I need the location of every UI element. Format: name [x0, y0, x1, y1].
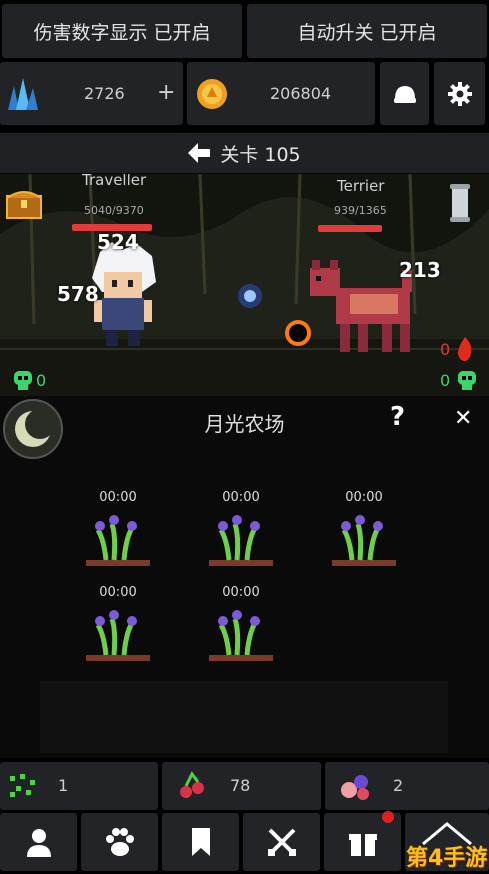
farm-plot[interactable]: 00:00	[197, 585, 285, 675]
nav-battle[interactable]	[243, 813, 320, 871]
nav-character[interactable]	[0, 813, 77, 871]
inventory-count: 2	[393, 776, 404, 795]
gift-icon	[348, 834, 377, 856]
inventory-count: 1	[58, 776, 69, 795]
gear-icon	[447, 81, 472, 106]
treasure-chest-icon[interactable]	[5, 186, 43, 220]
nav-bookmark[interactable]	[162, 813, 239, 871]
moon-flower-plant-icon	[209, 610, 273, 661]
damage-number-toggle-label: 伤害数字显示 已开启	[33, 21, 211, 44]
paw-icon	[105, 828, 134, 856]
notification-dot	[382, 811, 394, 823]
plot-timer: 00:00	[99, 585, 137, 600]
nav-gift[interactable]	[324, 811, 401, 871]
red-berries-icon	[180, 771, 204, 798]
plot-timer: 00:00	[345, 490, 383, 505]
farm-plot[interactable]: 00:00	[320, 490, 408, 580]
enemy-hp-bar	[318, 225, 382, 232]
helmet-button[interactable]	[380, 62, 429, 125]
auto-upgrade-toggle-label: 自动升关 已开启	[297, 21, 437, 44]
scroll-icon[interactable]	[448, 184, 472, 222]
gold-amount: 206804	[270, 84, 332, 103]
enemy-fire-count: 0	[440, 340, 451, 359]
farm-dim-overlay	[40, 681, 448, 753]
plot-timer: 00:00	[99, 490, 137, 505]
farm-title: 月光农场	[204, 412, 285, 436]
plot-timer: 00:00	[222, 585, 260, 600]
farm-plot[interactable]: 00:00	[74, 490, 162, 580]
stage-label: 关卡 105	[220, 143, 301, 166]
moon-flower-plant-icon	[209, 515, 273, 566]
fire-icon	[458, 337, 472, 361]
moon-flower-plant-icon	[86, 610, 150, 661]
player-hp-text: 5040/9370	[84, 204, 144, 217]
gold-coin-icon	[197, 79, 227, 109]
inventory-slot[interactable]: 78	[162, 762, 321, 810]
pink-fruit-icon	[341, 775, 369, 800]
farm-plot[interactable]: 00:00	[74, 585, 162, 675]
damage-number: 524	[97, 230, 139, 254]
damage-number-toggle[interactable]: 伤害数字显示 已开启	[2, 4, 242, 58]
crossed-swords-icon	[267, 828, 296, 856]
add-crystal-button[interactable]: +	[157, 80, 175, 105]
site-watermark: 第4手游	[406, 846, 488, 871]
settings-button[interactable]	[434, 62, 485, 125]
inventory-count: 78	[230, 776, 251, 795]
crystal-counter: 2726 +	[0, 62, 183, 125]
crystal-icon	[8, 78, 38, 110]
skull-icon	[458, 371, 476, 390]
enemy-hp-text: 939/1365	[334, 204, 387, 217]
damage-number: 213	[399, 258, 441, 282]
plot-timer: 00:00	[222, 490, 260, 505]
farm-plot[interactable]: 00:00	[197, 490, 285, 580]
magic-orb	[238, 284, 262, 308]
gold-counter: 206804	[187, 62, 375, 125]
battle-scene: Traveller 5040/9370 Terrier 939/1365 524…	[0, 174, 489, 396]
moonlight-farm-panel: 月光农场 ? ✕ 00:00 00:00 00:00 00:00 00:00	[0, 396, 489, 758]
help-button[interactable]: ?	[390, 402, 405, 432]
crystal-amount: 2726	[84, 84, 125, 103]
close-button[interactable]: ✕	[454, 406, 472, 431]
inventory-slot[interactable]: 2	[325, 762, 489, 810]
player-name: Traveller	[82, 174, 147, 189]
damage-number: 578	[57, 282, 99, 306]
bookmark-icon	[191, 828, 210, 856]
inventory-slot[interactable]: 1	[0, 762, 158, 810]
stage-selector[interactable]: 关卡 105	[0, 133, 489, 173]
enemy-name: Terrier	[337, 177, 385, 195]
person-icon	[26, 829, 51, 857]
enemy-kill-count: 0	[440, 371, 451, 390]
moon-flower-plant-icon	[332, 515, 396, 566]
nav-pets[interactable]	[81, 813, 158, 871]
moon-flower-plant-icon	[86, 515, 150, 566]
green-seeds-icon	[10, 774, 35, 797]
auto-upgrade-toggle[interactable]: 自动升关 已开启	[247, 4, 487, 58]
player-kill-count: 0	[36, 371, 47, 390]
skull-icon	[14, 371, 32, 390]
back-arrow-icon[interactable]	[188, 143, 211, 163]
helmet-icon	[393, 85, 416, 103]
